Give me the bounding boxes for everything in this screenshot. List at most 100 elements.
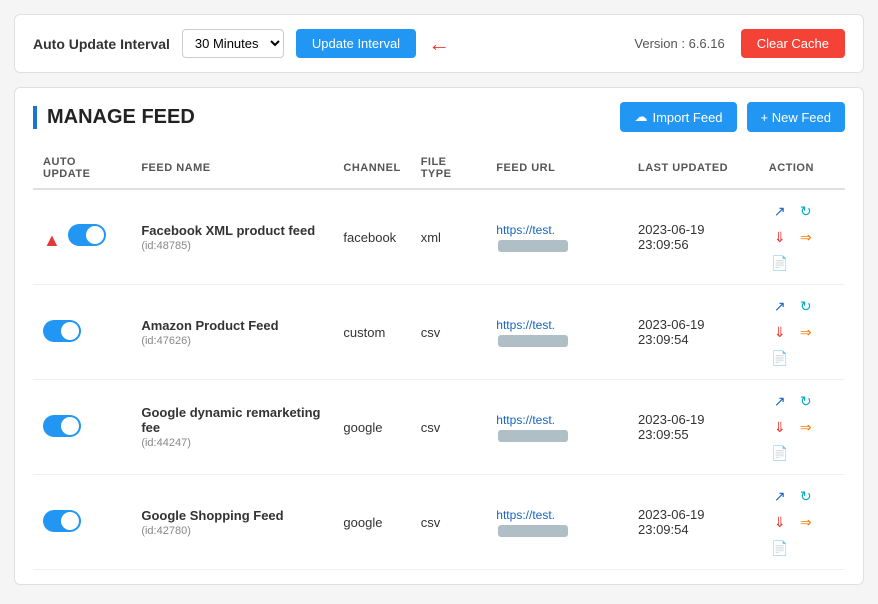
feed-url-cell: https://test.	[486, 189, 628, 285]
feed-url[interactable]: https://test.	[496, 508, 555, 522]
last-updated-cell: 2023-06-19 23:09:54	[628, 475, 759, 570]
top-left: Auto Update Interval 30 Minutes 5 Minute…	[33, 29, 450, 58]
refresh-icon[interactable]: ↻	[795, 485, 817, 507]
new-feed-button[interactable]: + New Feed	[747, 102, 845, 132]
action-cell: ↗ ↻ ⇓ ⇒ 📄	[759, 380, 845, 475]
open-icon[interactable]: ↗	[769, 390, 791, 412]
auto-update-cell	[33, 475, 131, 570]
auto-update-toggle[interactable]	[43, 510, 81, 532]
last-updated-cell: 2023-06-19 23:09:54	[628, 285, 759, 380]
open-icon[interactable]: ↗	[769, 485, 791, 507]
last-updated-cell: 2023-06-19 23:09:56	[628, 189, 759, 285]
last-updated-cell: 2023-06-19 23:09:55	[628, 380, 759, 475]
file-type-cell: csv	[411, 475, 487, 570]
action-icons: ↗ ↻ ⇓ ⇒ 📄	[769, 485, 835, 559]
channel-cell: google	[333, 475, 410, 570]
feed-url-cell: https://test.	[486, 285, 628, 380]
interval-select[interactable]: 30 Minutes 5 Minutes 10 Minutes 15 Minut…	[182, 29, 284, 58]
manage-feed-title: MANAGE FEED	[33, 106, 195, 129]
update-interval-button[interactable]: Update Interval	[296, 29, 416, 58]
feed-url-blur	[498, 335, 568, 347]
feed-name: Facebook XML product feed	[141, 223, 323, 238]
feed-name-cell: Google Shopping Feed (id:42780)	[131, 475, 333, 570]
download-icon[interactable]: ⇓	[769, 321, 791, 343]
feed-url[interactable]: https://test.	[496, 318, 555, 332]
action-icons: ↗ ↻ ⇓ ⇒ 📄	[769, 200, 835, 274]
file-icon[interactable]: 📄	[769, 537, 791, 559]
auto-update-cell: ▲	[33, 189, 131, 285]
feed-url-cell: https://test.	[486, 475, 628, 570]
channel-cell: custom	[333, 285, 410, 380]
auto-update-cell	[33, 380, 131, 475]
refresh-icon[interactable]: ↻	[795, 200, 817, 222]
table-row: ▲ Facebook XML product feed (id:48785) f…	[33, 189, 845, 285]
manage-feed-header: MANAGE FEED ☁ Import Feed + New Feed	[33, 102, 845, 132]
feed-id: (id:42780)	[141, 525, 323, 537]
header-actions: ☁ Import Feed + New Feed	[620, 102, 845, 132]
export-icon[interactable]: ⇒	[795, 321, 817, 343]
feed-url-blur	[498, 240, 568, 252]
action-icons: ↗ ↻ ⇓ ⇒ 📄	[769, 390, 835, 464]
table-row: Amazon Product Feed (id:47626) custom cs…	[33, 285, 845, 380]
feed-url-blur	[498, 525, 568, 537]
main-panel: MANAGE FEED ☁ Import Feed + New Feed AUT…	[14, 87, 864, 585]
feed-name: Amazon Product Feed	[141, 318, 323, 333]
action-icons: ↗ ↻ ⇓ ⇒ 📄	[769, 295, 835, 369]
feed-name-cell: Amazon Product Feed (id:47626)	[131, 285, 333, 380]
download-icon[interactable]: ⇓	[769, 511, 791, 533]
feed-url[interactable]: https://test.	[496, 413, 555, 427]
refresh-icon[interactable]: ↻	[795, 390, 817, 412]
export-icon[interactable]: ⇒	[795, 511, 817, 533]
feeds-table: AUTO UPDATE FEED NAME CHANNEL FILE TYPE …	[33, 148, 845, 570]
auto-update-toggle[interactable]	[43, 415, 81, 437]
feed-name-cell: Google dynamic remarketing fee (id:44247…	[131, 380, 333, 475]
open-icon[interactable]: ↗	[769, 295, 791, 317]
auto-update-toggle[interactable]	[68, 224, 106, 246]
feed-url-blur	[498, 430, 568, 442]
refresh-icon[interactable]: ↻	[795, 295, 817, 317]
export-icon[interactable]: ⇒	[795, 416, 817, 438]
channel-cell: facebook	[333, 189, 410, 285]
col-feed-url: FEED URL	[486, 148, 628, 189]
file-icon[interactable]: 📄	[769, 252, 791, 274]
auto-update-toggle[interactable]	[43, 320, 81, 342]
col-channel: CHANNEL	[333, 148, 410, 189]
import-feed-button[interactable]: ☁ Import Feed	[620, 102, 736, 132]
open-icon[interactable]: ↗	[769, 200, 791, 222]
top-panel: Auto Update Interval 30 Minutes 5 Minute…	[14, 14, 864, 73]
feed-name: Google Shopping Feed	[141, 508, 323, 523]
action-cell: ↗ ↻ ⇓ ⇒ 📄	[759, 285, 845, 380]
download-icon[interactable]: ⇓	[769, 416, 791, 438]
table-row: Google dynamic remarketing fee (id:44247…	[33, 380, 845, 475]
col-auto-update: AUTO UPDATE	[33, 148, 131, 189]
download-icon[interactable]: ⇓	[769, 226, 791, 248]
arrow-indicator: ←	[428, 33, 450, 55]
clear-cache-button[interactable]: Clear Cache	[741, 29, 845, 58]
col-last-updated: LAST UPDATED	[628, 148, 759, 189]
feed-name-cell: Facebook XML product feed (id:48785)	[131, 189, 333, 285]
cloud-upload-icon: ☁	[634, 109, 647, 125]
file-type-cell: csv	[411, 380, 487, 475]
feed-id: (id:44247)	[141, 437, 323, 449]
feed-name: Google dynamic remarketing fee	[141, 405, 323, 435]
col-feed-name: FEED NAME	[131, 148, 333, 189]
file-type-cell: xml	[411, 189, 487, 285]
channel-cell: google	[333, 380, 410, 475]
action-cell: ↗ ↻ ⇓ ⇒ 📄	[759, 475, 845, 570]
top-right: Version : 6.6.16 Clear Cache	[634, 29, 845, 58]
table-row: Google Shopping Feed (id:42780) google c…	[33, 475, 845, 570]
export-icon[interactable]: ⇒	[795, 226, 817, 248]
feed-id: (id:48785)	[141, 240, 323, 252]
col-file-type: FILE TYPE	[411, 148, 487, 189]
feed-url-cell: https://test.	[486, 380, 628, 475]
auto-update-cell	[33, 285, 131, 380]
col-action: ACTION	[759, 148, 845, 189]
file-icon[interactable]: 📄	[769, 442, 791, 464]
feed-id: (id:47626)	[141, 335, 323, 347]
auto-update-title: Auto Update Interval	[33, 36, 170, 52]
row-arrow-indicator: ▲	[43, 230, 61, 250]
file-icon[interactable]: 📄	[769, 347, 791, 369]
version-text: Version : 6.6.16	[634, 36, 724, 51]
file-type-cell: csv	[411, 285, 487, 380]
feed-url[interactable]: https://test.	[496, 223, 555, 237]
